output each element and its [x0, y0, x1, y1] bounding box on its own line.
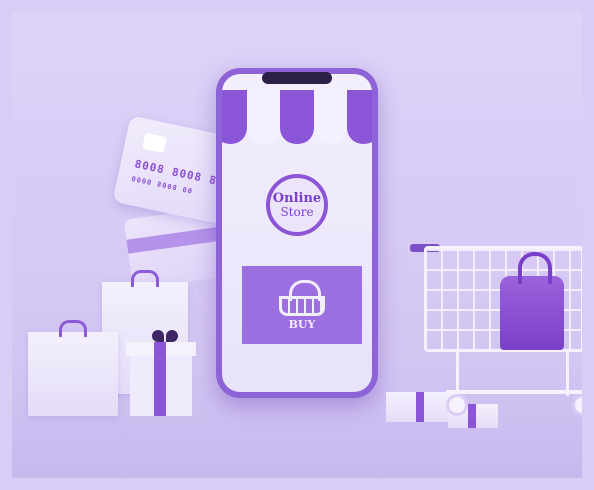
online-store-badge[interactable]: Online Store: [266, 174, 328, 236]
gift-bow-icon: [152, 330, 178, 344]
buy-button[interactable]: BUY: [242, 266, 362, 344]
card-chip-icon: [142, 132, 168, 154]
badge-line-2: Store: [280, 204, 314, 219]
cart-wheel-icon: [446, 394, 468, 416]
cart-wheel-icon: [572, 394, 582, 416]
badge-line-1: Online: [272, 190, 322, 206]
buy-label: BUY: [288, 317, 316, 331]
shopping-basket-icon: [279, 279, 325, 316]
gift-ribbon: [154, 352, 166, 416]
handbag-icon: [500, 252, 564, 350]
bag-handle-icon: [59, 320, 87, 337]
phone-notch: [262, 72, 332, 84]
phone-screen: Online Store BUY: [222, 74, 372, 392]
gift-box-icon: [126, 330, 196, 416]
shopping-bag-wide: [28, 320, 118, 416]
smartphone: Online Store BUY: [216, 68, 378, 398]
store-awning-icon: [222, 90, 372, 144]
gift-lid: [126, 342, 196, 356]
shopping-cart-icon: [410, 238, 582, 418]
bag-handle-icon: [131, 270, 159, 287]
store-illustration: 8008 8008 8008 0000 8008 00 Online Store: [12, 12, 582, 478]
